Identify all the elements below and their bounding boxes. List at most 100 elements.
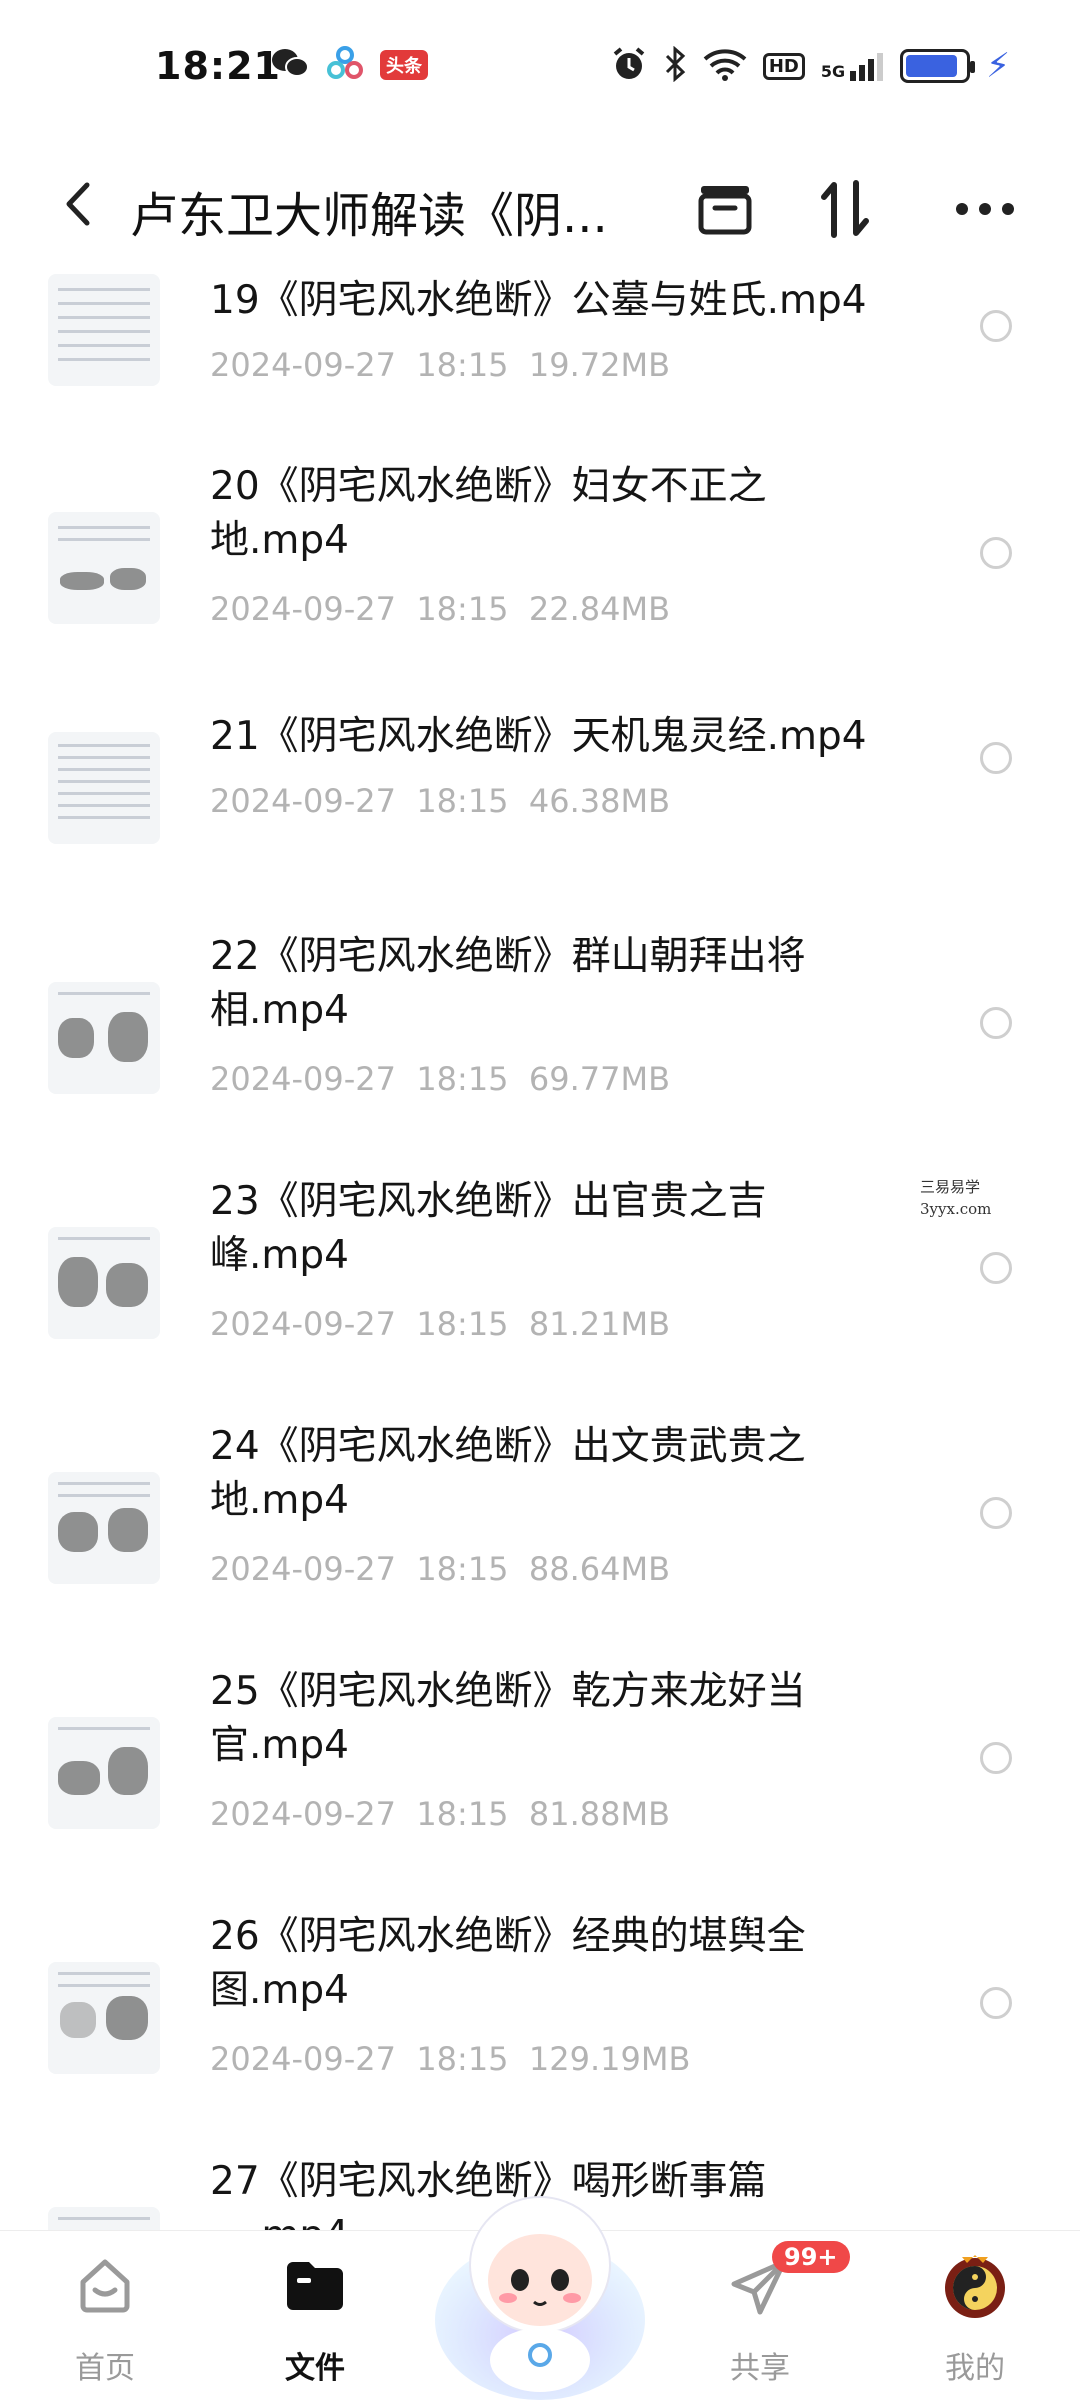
- video-thumbnail: [48, 1962, 160, 2074]
- nav-mine-label: 我的: [945, 2351, 1005, 2386]
- file-size: 19.72MB: [528, 346, 671, 384]
- video-thumbnail: [48, 1227, 160, 1339]
- avatar: [940, 2251, 1010, 2321]
- status-system-icons: HD 5G ⚡: [611, 45, 1010, 86]
- nav-home[interactable]: 首页: [35, 2251, 175, 2387]
- select-radio[interactable]: [980, 742, 1012, 774]
- file-size: 69.77MB: [528, 1060, 671, 1098]
- video-thumbnail: [48, 2207, 160, 2230]
- file-list: 19《阴宅风水绝断》公墓与姓氏.mp4 2024-09-27 18:15 19.…: [0, 260, 1080, 2230]
- file-name: 22《阴宅风水绝断》群山朝拜出将相.mp4: [210, 934, 806, 1033]
- file-meta: 2024-09-27 18:15 46.38MB: [210, 782, 670, 820]
- nav-files[interactable]: 文件: [245, 2251, 385, 2387]
- video-thumbnail: [48, 274, 160, 386]
- nav-mine[interactable]: 我的: [905, 2251, 1045, 2387]
- file-meta: 2024-09-27 18:15 22.84MB: [210, 590, 670, 628]
- nav-files-label: 文件: [285, 2351, 345, 2386]
- file-name: 19《阴宅风水绝断》公墓与姓氏.mp4: [210, 278, 867, 323]
- back-button[interactable]: [48, 174, 108, 234]
- file-row[interactable]: 23《阴宅风水绝断》出官贵之吉峰.mp4 2024-09-27 18:15 81…: [0, 1175, 1080, 1395]
- sort-button[interactable]: [810, 174, 880, 244]
- watermark-line-2: 3yyx.com: [920, 1200, 992, 1218]
- select-mode-button[interactable]: [690, 174, 760, 244]
- file-row[interactable]: 21《阴宅风水绝断》天机鬼灵经.mp4 2024-09-27 18:15 46.…: [0, 710, 1080, 900]
- video-thumbnail: [48, 1472, 160, 1584]
- select-radio[interactable]: [980, 1252, 1012, 1284]
- mascot-icon: [435, 2196, 645, 2400]
- file-name: 26《阴宅风水绝断》经典的堪舆全图.mp4: [210, 1914, 806, 2013]
- select-radio[interactable]: [980, 537, 1012, 569]
- file-size: 81.88MB: [528, 1795, 671, 1833]
- file-size: 88.64MB: [528, 1550, 671, 1588]
- status-bar: 18:21 头条 HD 5G ⚡: [0, 0, 1080, 140]
- file-meta: 2024-09-27 18:15 19.72MB: [210, 346, 670, 384]
- nav-share-label: 共享: [730, 2351, 790, 2386]
- charging-icon: ⚡: [986, 46, 1010, 86]
- video-thumbnail: [48, 732, 160, 844]
- file-date: 2024-09-27 18:15: [210, 346, 509, 384]
- file-size: 22.84MB: [528, 590, 671, 628]
- header: 卢东卫大师解读《阴...: [0, 140, 1080, 270]
- file-row[interactable]: 20《阴宅风水绝断》妇女不正之地.mp4 2024-09-27 18:15 22…: [0, 460, 1080, 680]
- signal-icon: 5G: [821, 51, 884, 81]
- video-thumbnail: [48, 982, 160, 1094]
- more-button[interactable]: [950, 174, 1020, 244]
- chevron-left-icon: [66, 182, 90, 226]
- file-date: 2024-09-27 18:15: [210, 2040, 509, 2078]
- video-thumbnail: [48, 1717, 160, 1829]
- nav-home-label: 首页: [75, 2351, 135, 2386]
- file-size: 81.21MB: [528, 1305, 671, 1343]
- bluetooth-icon: [663, 45, 687, 86]
- wifi-icon: [703, 47, 747, 85]
- folder-icon: [280, 2251, 350, 2321]
- file-row[interactable]: 26《阴宅风水绝断》经典的堪舆全图.mp4 2024-09-27 18:15 1…: [0, 1910, 1080, 2130]
- file-meta: 2024-09-27 18:15 88.64MB: [210, 1550, 670, 1588]
- file-row[interactable]: 22《阴宅风水绝断》群山朝拜出将相.mp4 2024-09-27 18:15 6…: [0, 930, 1080, 1150]
- page-title: 卢东卫大师解读《阴...: [130, 188, 608, 244]
- ai-assistant-button[interactable]: [430, 2170, 650, 2400]
- file-meta: 2024-09-27 18:15 69.77MB: [210, 1060, 670, 1098]
- file-date: 2024-09-27 18:15: [210, 1795, 509, 1833]
- archive-icon: [698, 186, 752, 235]
- video-thumbnail: [48, 512, 160, 624]
- select-radio[interactable]: [980, 1742, 1012, 1774]
- file-name: 25《阴宅风水绝断》乾方来龙好当官.mp4: [210, 1669, 806, 1768]
- watermark: 三易易学 3yyx.com: [920, 1176, 991, 1220]
- select-radio[interactable]: [980, 310, 1012, 342]
- file-date: 2024-09-27 18:15: [210, 1550, 509, 1588]
- file-date: 2024-09-27 18:15: [210, 1305, 509, 1343]
- sort-icon: [821, 180, 869, 238]
- status-notification-icons: 头条: [270, 46, 428, 84]
- toutiao-icon: 头条: [380, 50, 428, 80]
- file-size: 46.38MB: [528, 782, 671, 820]
- alarm-icon: [611, 46, 647, 86]
- file-name: 23《阴宅风水绝断》出官贵之吉峰.mp4: [210, 1179, 767, 1278]
- wechat-icon: [270, 46, 310, 84]
- file-date: 2024-09-27 18:15: [210, 590, 509, 628]
- more-horizontal-icon: [956, 203, 1014, 215]
- select-radio[interactable]: [980, 1497, 1012, 1529]
- file-row[interactable]: 24《阴宅风水绝断》出文贵武贵之地.mp4 2024-09-27 18:15 8…: [0, 1420, 1080, 1640]
- file-date: 2024-09-27 18:15: [210, 1060, 509, 1098]
- nav-share[interactable]: 99+ 共享: [690, 2241, 850, 2387]
- watermark-line-1: 三易易学: [920, 1178, 981, 1196]
- baidu-netdisk-icon: [326, 46, 364, 84]
- file-meta: 2024-09-27 18:15 81.21MB: [210, 1305, 670, 1343]
- select-radio[interactable]: [980, 1007, 1012, 1039]
- home-icon: [70, 2251, 140, 2321]
- file-row[interactable]: 19《阴宅风水绝断》公墓与姓氏.mp4 2024-09-27 18:15 19.…: [0, 260, 1080, 450]
- share-badge: 99+: [772, 2241, 850, 2273]
- file-name: 24《阴宅风水绝断》出文贵武贵之地.mp4: [210, 1424, 806, 1523]
- file-name: 20《阴宅风水绝断》妇女不正之地.mp4: [210, 464, 767, 563]
- file-size: 129.19MB: [528, 2040, 691, 2078]
- select-radio[interactable]: [980, 1987, 1012, 2019]
- file-meta: 2024-09-27 18:15 81.88MB: [210, 1795, 670, 1833]
- file-date: 2024-09-27 18:15: [210, 782, 509, 820]
- battery-icon: [900, 49, 976, 83]
- file-meta: 2024-09-27 18:15 129.19MB: [210, 2040, 690, 2078]
- file-row[interactable]: 25《阴宅风水绝断》乾方来龙好当官.mp4 2024-09-27 18:15 8…: [0, 1665, 1080, 1885]
- hd-icon: HD: [762, 52, 805, 80]
- network-type-label: 5G: [820, 62, 846, 81]
- file-name: 21《阴宅风水绝断》天机鬼灵经.mp4: [210, 714, 867, 759]
- status-time: 18:21: [155, 44, 281, 88]
